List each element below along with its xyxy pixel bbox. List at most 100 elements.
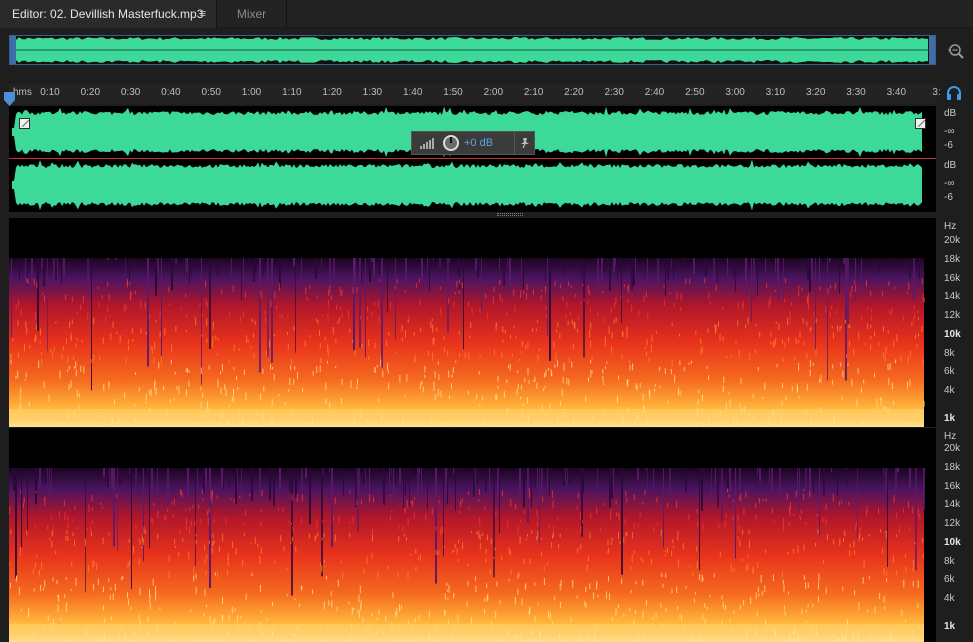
hud-pin-button[interactable] [514,132,534,154]
spectral-speckle [912,567,914,572]
spectral-speckle [233,498,235,504]
spectral-speckle [842,634,844,641]
spectral-speckle [457,614,459,623]
spectral-speckle [74,539,75,546]
spectral-speckle [849,325,851,329]
headphones-icon[interactable] [946,86,962,100]
spectral-gap [581,258,582,279]
volume-knob-icon[interactable] [442,134,460,152]
spectral-speckle [545,369,547,377]
spectral-speckle [371,312,373,317]
spectral-speckle [784,611,786,616]
spectral-speckle [199,302,201,307]
spectral-speckle [311,417,313,424]
spectral-speckle [487,593,489,601]
spectral-gap [665,258,666,296]
spectral-speckle [459,510,461,514]
spectral-speckle [878,507,879,515]
freq-label: 6k [944,574,955,585]
fade-out-handle[interactable] [915,118,926,129]
spectral-speckle [679,614,681,618]
spectral-gap [647,468,648,490]
spectral-speckle [627,299,629,303]
spectral-speckle [143,537,145,546]
spectral-speckle [819,286,821,291]
spectral-speckle [377,571,379,579]
spectral-speckle [321,566,323,570]
spectral-speckle [41,352,43,356]
waveform-display[interactable] [9,106,936,212]
spectral-gap [279,468,281,490]
spectral-gap [797,468,798,497]
volume-hud[interactable]: +0 dB [411,131,535,155]
spectral-speckle [166,420,167,423]
spectral-speckle [242,559,244,567]
spectral-speckle [283,546,285,552]
spectral-speckle [737,320,739,327]
spectral-speckle [665,608,667,613]
spectral-speckle [41,358,43,365]
spectral-speckle [587,555,589,562]
playhead-marker-icon[interactable] [4,92,15,106]
spectral-speckle [357,609,359,613]
spectral-speckle [315,535,317,539]
spectral-speckle [207,517,209,525]
spectral-speckle [501,351,503,359]
spectral-speckle [621,578,623,585]
spectral-speckle [788,521,790,526]
spectral-gap [457,468,458,475]
fade-in-handle[interactable] [19,118,30,129]
spectral-gap [569,468,571,484]
spectral-speckle [523,558,525,565]
spectral-gap [795,468,796,473]
spectral-speckle [502,326,504,333]
spectral-speckle [853,540,855,548]
panel-menu-icon[interactable]: ≡ [200,8,206,20]
spectral-speckle [440,390,442,398]
spectral-speckle [800,516,802,521]
spectral-speckle [481,532,483,536]
zoom-magnifier-icon[interactable] [947,42,965,60]
spectral-speckle [854,590,855,596]
spectral-display-ch2[interactable] [9,428,936,642]
spectral-speckle [219,546,220,552]
spectral-gap [777,258,779,301]
spectral-speckle [654,383,656,387]
overview-left-handle[interactable] [10,36,16,64]
spectral-speckle [622,331,624,337]
spectral-speckle [499,279,501,285]
spectral-gap [809,258,811,292]
spectral-speckle [722,306,724,311]
tab-editor[interactable]: Editor: 02. Devillish Masterfuck.mp3 ≡ [0,0,217,28]
spectral-display-ch1[interactable] [9,218,936,427]
spectral-speckle [900,355,902,362]
spectral-speckle [20,308,22,316]
spectral-gap [891,258,892,259]
spectral-speckle [635,610,636,615]
spectral-speckle [349,636,351,642]
spectral-speckle [776,363,778,368]
spectral-gap [673,258,674,279]
time-ruler[interactable]: hms 0:10 0:20 0:30 0:40 0:50 1:00 1:10 1:20 1:30… [9,84,941,104]
spectral-speckle [528,379,530,384]
spectral-speckle [174,371,176,375]
spectral-speckle [552,535,553,539]
panel-divider-grip[interactable] [497,213,523,216]
spectral-speckle [797,633,799,641]
spectral-speckle [332,327,334,335]
gain-value[interactable]: +0 dB [464,137,514,149]
overview-navigator[interactable] [9,35,936,65]
spectral-speckle [51,540,53,548]
spectral-gap [721,468,723,523]
spectral-speckle [366,419,368,423]
spectral-speckle [47,615,49,621]
spectral-speckle [696,422,698,427]
spectral-speckle [883,596,885,603]
spectral-speckle [80,365,82,373]
tab-mixer[interactable]: Mixer [217,0,287,28]
overview-right-handle[interactable] [929,36,935,64]
spectral-speckle [446,582,448,586]
spectral-speckle [669,292,671,295]
spectral-speckle [912,425,914,427]
amp-ch1-label: -∞ [944,126,955,137]
